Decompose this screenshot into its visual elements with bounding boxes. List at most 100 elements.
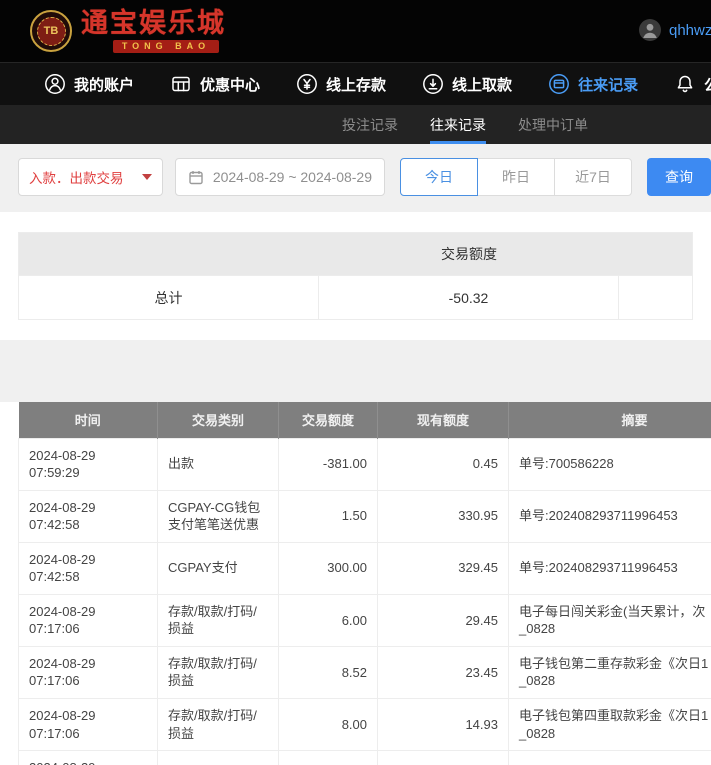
summary-header-row: 交易额度: [19, 233, 692, 275]
transaction-type-select[interactable]: 入款．出款交易: [18, 158, 163, 196]
col-header-amount: 交易额度: [279, 402, 378, 438]
summary-total-spacer: [619, 276, 692, 319]
avatar-icon: [638, 18, 662, 42]
cell-summary: 电子每日闯关彩金(当天累计，次 _0828: [509, 594, 711, 646]
nav-item-announcements[interactable]: 公告: [674, 73, 711, 95]
nav-label: 优惠中心: [200, 74, 260, 95]
table-row: 2024-08-29 07:17:06 存款/取款/打码/ 损益 8.52 23…: [19, 646, 711, 698]
yesterday-button[interactable]: 昨日: [477, 158, 555, 196]
cell-balance: 330.95: [378, 490, 509, 542]
cell-amount: 1.68: [279, 751, 378, 765]
nav-label: 线上取款: [452, 74, 512, 95]
cell-summary: 单号:202408293711996453: [509, 490, 711, 542]
tab-pending-orders[interactable]: 处理中订单: [518, 105, 588, 144]
summary-header-label: 交易额度: [319, 233, 619, 275]
col-header-balance: 现有额度: [378, 402, 509, 438]
cell-type: CGPAY-CG钱包 支付笔笔送优惠: [158, 490, 279, 542]
cell-amount: 8.00: [279, 698, 378, 750]
brand-emblem-icon: TB: [30, 10, 72, 52]
transactions-table: 时间 交易类别 交易额度 现有额度 摘要 2024-08-29 07:59:29…: [18, 402, 711, 765]
username-text: qhhwz: [669, 22, 711, 39]
nav-label: 线上存款: [326, 74, 386, 95]
search-button[interactable]: 查询: [647, 158, 711, 196]
cell-amount: 8.52: [279, 646, 378, 698]
cell-type: 存款/取款/打码/ 损益: [158, 646, 279, 698]
today-button[interactable]: 今日: [400, 158, 478, 196]
cell-time: 2024-08-29 07:42:58: [19, 490, 158, 542]
filter-bar: 入款．出款交易 2024-08-29 ~ 2024-08-29 今日 昨日 近7…: [18, 158, 711, 196]
cell-amount: 1.50: [279, 490, 378, 542]
brand-text: 通宝娱乐城 TONG BAO: [81, 10, 226, 53]
chevron-down-icon: [142, 174, 152, 180]
cell-amount: 300.00: [279, 542, 378, 594]
cell-balance: 6.93: [378, 751, 509, 765]
col-header-summary: 摘要: [509, 402, 711, 438]
cell-time: 2024-08-29 07:59:29: [19, 438, 158, 490]
tab-bet-records[interactable]: 投注记录: [342, 105, 398, 144]
cell-time: 2024-08-29 07:42:58: [19, 542, 158, 594]
summary-section: 交易额度 总计 -50.32: [0, 212, 711, 340]
cell-summary: 系统派发_2024-08-28: [509, 751, 711, 765]
nav-label: 往来记录: [578, 74, 638, 95]
withdraw-icon: [422, 73, 444, 95]
cell-type: PG老虎机返点: [158, 751, 279, 765]
nav-item-withdraw[interactable]: 线上取款: [422, 73, 512, 95]
nav-item-records[interactable]: 往来记录: [548, 73, 638, 95]
table-row: 2024-08-29 07:42:58 CGPAY支付 300.00 329.4…: [19, 542, 711, 594]
cell-time: 2024-08-29 07:17:06: [19, 698, 158, 750]
cell-type: 出款: [158, 438, 279, 490]
date-range-value: 2024-08-29 ~ 2024-08-29: [213, 169, 372, 185]
summary-header-spacer: [19, 233, 319, 275]
table-row: 2024-08-29 07:59:29 出款 -381.00 0.45 单号:7…: [19, 438, 711, 490]
summary-table: 交易额度 总计 -50.32: [18, 232, 693, 320]
nav-item-promotions[interactable]: 优惠中心: [170, 73, 260, 95]
col-header-time: 时间: [19, 402, 158, 438]
cell-balance: 329.45: [378, 542, 509, 594]
cell-balance: 29.45: [378, 594, 509, 646]
cell-balance: 23.45: [378, 646, 509, 698]
cell-time: 2024-08-29 07:17:06: [19, 594, 158, 646]
cell-time: 2024-08-29 02:07:34: [19, 751, 158, 765]
nav-item-my-account[interactable]: 我的账户: [44, 73, 134, 95]
cell-summary: 单号:202408293711996453: [509, 542, 711, 594]
bell-icon: [674, 73, 696, 95]
cell-amount: -381.00: [279, 438, 378, 490]
brand-emblem-text: TB: [37, 17, 66, 46]
tab-transaction-records[interactable]: 往来记录: [430, 105, 486, 144]
table-row: 2024-08-29 02:07:34 PG老虎机返点 1.68 6.93 系统…: [19, 751, 711, 765]
cell-time: 2024-08-29 07:17:06: [19, 646, 158, 698]
transactions-section: 时间 交易类别 交易额度 现有额度 摘要 2024-08-29 07:59:29…: [0, 402, 711, 765]
col-header-type: 交易类别: [158, 402, 279, 438]
cell-balance: 14.93: [378, 698, 509, 750]
cell-amount: 6.00: [279, 594, 378, 646]
date-range-input[interactable]: 2024-08-29 ~ 2024-08-29: [175, 158, 385, 196]
account-menu[interactable]: qhhwz: [638, 18, 711, 42]
records-icon: [548, 73, 570, 95]
nav-label: 我的账户: [74, 74, 134, 95]
promo-icon: [170, 73, 192, 95]
last7days-button[interactable]: 近7日: [554, 158, 632, 196]
transaction-type-value: 入款．出款交易: [29, 167, 142, 187]
main-nav: 我的账户 优惠中心 线上存款 线上取款 往来记录: [0, 62, 711, 105]
summary-total-value: -50.32: [319, 276, 619, 319]
brand-name-en: TONG BAO: [113, 40, 219, 53]
cell-summary: 电子钱包第二重存款彩金《次日1 _0828: [509, 646, 711, 698]
brand-logo[interactable]: TB 通宝娱乐城 TONG BAO: [30, 10, 226, 53]
user-icon: [44, 73, 66, 95]
deposit-icon: [296, 73, 318, 95]
table-row: 2024-08-29 07:17:06 存款/取款/打码/ 损益 6.00 29…: [19, 594, 711, 646]
records-sub-nav: 投注记录 往来记录 处理中订单: [0, 105, 711, 144]
quick-date-group: 今日 昨日 近7日: [400, 158, 632, 196]
summary-total-label: 总计: [19, 276, 319, 319]
cell-summary: 电子钱包第四重取款彩金《次日1 _0828: [509, 698, 711, 750]
cell-type: 存款/取款/打码/ 损益: [158, 698, 279, 750]
summary-header-spacer: [619, 233, 692, 275]
brand-name-cn: 通宝娱乐城: [81, 10, 226, 37]
nav-item-deposit[interactable]: 线上存款: [296, 73, 386, 95]
cell-type: 存款/取款/打码/ 损益: [158, 594, 279, 646]
top-bar: TB 通宝娱乐城 TONG BAO qhhwz: [0, 0, 711, 62]
table-row: 2024-08-29 07:17:06 存款/取款/打码/ 损益 8.00 14…: [19, 698, 711, 750]
cell-summary: 单号:700586228: [509, 438, 711, 490]
nav-label: 公告: [704, 74, 711, 95]
table-row: 2024-08-29 07:42:58 CGPAY-CG钱包 支付笔笔送优惠 1…: [19, 490, 711, 542]
